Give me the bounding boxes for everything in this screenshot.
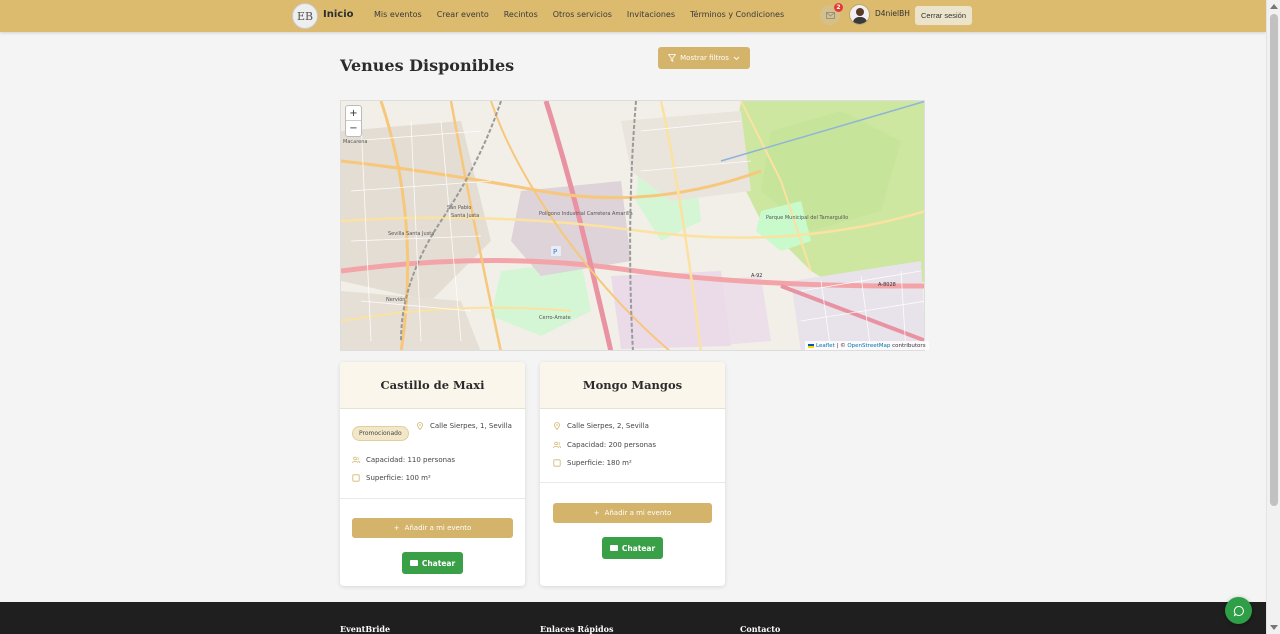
surface-text: Superficie: 100 m² bbox=[366, 474, 431, 482]
add-to-event-button[interactable]: + Añadir a mi evento bbox=[553, 503, 712, 523]
svg-text:Parque Municipal del Tamarguil: Parque Municipal del Tamarguillo bbox=[766, 215, 848, 221]
svg-text:Santa Justa: Santa Justa bbox=[451, 213, 479, 219]
message-circle-icon bbox=[1233, 605, 1244, 617]
attribution-separator: | © bbox=[834, 342, 848, 349]
svg-text:A-92: A-92 bbox=[751, 273, 762, 279]
page-title: Venues Disponibles bbox=[340, 56, 515, 75]
avatar[interactable] bbox=[849, 4, 870, 25]
scroll-thumb[interactable] bbox=[1270, 14, 1278, 506]
map-attribution: Leaflet | © OpenStreetMap contributors bbox=[805, 341, 929, 350]
card-divider bbox=[540, 482, 725, 483]
chat-icon bbox=[609, 545, 618, 551]
osm-link[interactable]: OpenStreetMap bbox=[847, 343, 890, 349]
venue-surface: Superficie: 180 m² bbox=[553, 459, 632, 467]
plus-icon: + bbox=[593, 509, 600, 517]
map-label-macarena: Macarena bbox=[343, 139, 367, 145]
venue-map[interactable]: Macarena San Pablo Santa Justa Polígono … bbox=[340, 100, 925, 351]
svg-text:San Pablo: San Pablo bbox=[447, 205, 471, 211]
venue-address: Calle Sierpes, 2, Sevilla bbox=[553, 422, 649, 430]
username[interactable]: D4nielBH bbox=[875, 9, 910, 18]
chat-label: Chatear bbox=[621, 543, 656, 553]
show-filters-button[interactable]: Mostrar filtros bbox=[658, 47, 750, 69]
users-icon bbox=[553, 441, 561, 449]
venue-name: Mongo Mangos bbox=[540, 362, 725, 409]
map-zoom-control: + − bbox=[345, 105, 362, 137]
map-pin-icon bbox=[417, 422, 423, 430]
filter-icon bbox=[668, 54, 677, 62]
home-link[interactable]: Inicio bbox=[323, 9, 354, 20]
venue-card: Castillo de Maxi Promocionado Calle Sier… bbox=[340, 362, 525, 586]
nav-link-invitaciones[interactable]: Invitaciones bbox=[627, 10, 675, 19]
nav-link-mis-eventos[interactable]: Mis eventos bbox=[374, 10, 422, 19]
scroll-up-arrow-icon[interactable] bbox=[1270, 4, 1278, 9]
square-icon bbox=[553, 459, 561, 467]
capacity-text: Capacidad: 200 personas bbox=[567, 441, 656, 449]
chat-button[interactable]: Chatear bbox=[402, 552, 463, 574]
logout-button[interactable]: Cerrar sesión bbox=[915, 6, 972, 25]
chevron-down-icon bbox=[733, 56, 740, 60]
address-text: Calle Sierpes, 1, Sevilla bbox=[430, 422, 512, 430]
page-scrollbar[interactable] bbox=[1266, 0, 1280, 634]
svg-text:P: P bbox=[553, 248, 557, 256]
nav-link-recintos[interactable]: Recintos bbox=[504, 10, 538, 19]
address-text: Calle Sierpes, 2, Sevilla bbox=[567, 422, 649, 430]
notification-badge: 2 bbox=[834, 3, 843, 12]
zoom-out-button[interactable]: − bbox=[346, 121, 361, 136]
nav-link-crear-evento[interactable]: Crear evento bbox=[437, 10, 489, 19]
chat-label: Chatear bbox=[421, 558, 456, 568]
nav-link-otros-servicios[interactable]: Otros servicios bbox=[553, 10, 612, 19]
floating-chat-button[interactable] bbox=[1225, 597, 1252, 624]
mail-icon bbox=[825, 11, 835, 19]
attribution-suffix: contributors bbox=[890, 342, 926, 349]
add-to-event-button[interactable]: + Añadir a mi evento bbox=[352, 518, 513, 538]
venue-address: Calle Sierpes, 1, Sevilla bbox=[416, 422, 512, 430]
capacity-text: Capacidad: 110 personas bbox=[366, 456, 455, 464]
zoom-in-button[interactable]: + bbox=[346, 106, 361, 121]
venue-capacity: Capacidad: 110 personas bbox=[352, 456, 455, 464]
add-to-event-label: Añadir a mi evento bbox=[604, 509, 672, 517]
footer-heading-contacto: Contacto bbox=[740, 624, 781, 634]
venue-card: Mongo Mangos Calle Sierpes, 2, Sevilla C… bbox=[540, 362, 725, 586]
scroll-down-arrow-icon[interactable] bbox=[1270, 625, 1278, 630]
svg-text:Polígono Industrial Carretera: Polígono Industrial Carretera Amarilla bbox=[539, 210, 633, 217]
ukraine-flag-icon bbox=[808, 343, 814, 348]
footer-heading-eventbride: EventBride bbox=[340, 624, 391, 634]
promoted-badge: Promocionado bbox=[352, 426, 409, 441]
chat-button[interactable]: Chatear bbox=[602, 537, 663, 559]
venue-surface: Superficie: 100 m² bbox=[352, 474, 431, 482]
users-icon bbox=[352, 456, 360, 464]
svg-text:A-8028: A-8028 bbox=[878, 282, 896, 288]
footer-heading-enlaces: Enlaces Rápidos bbox=[540, 624, 614, 634]
add-to-event-label: Añadir a mi evento bbox=[404, 524, 472, 532]
map-tiles: Macarena San Pablo Santa Justa Polígono … bbox=[341, 101, 924, 350]
chat-icon bbox=[409, 560, 418, 566]
nav-links: Mis eventos Crear evento Recintos Otros … bbox=[374, 10, 799, 19]
footer bbox=[0, 602, 1266, 634]
plus-icon: + bbox=[393, 524, 400, 532]
svg-text:Sevilla Santa Justa: Sevilla Santa Justa bbox=[388, 231, 434, 237]
svg-text:Nervión: Nervión bbox=[386, 296, 405, 303]
logo[interactable]: EB bbox=[292, 3, 318, 29]
venue-name: Castillo de Maxi bbox=[340, 362, 525, 409]
square-icon bbox=[352, 474, 360, 482]
map-pin-icon bbox=[554, 422, 560, 430]
svg-text:Cerro-Amate: Cerro-Amate bbox=[539, 315, 571, 321]
surface-text: Superficie: 180 m² bbox=[567, 459, 632, 467]
venue-capacity: Capacidad: 200 personas bbox=[553, 441, 656, 449]
show-filters-label: Mostrar filtros bbox=[680, 54, 729, 62]
nav-link-terminos[interactable]: Términos y Condiciones bbox=[690, 10, 784, 19]
card-divider bbox=[340, 498, 525, 499]
leaflet-link[interactable]: Leaflet bbox=[816, 343, 835, 349]
top-navbar: EB Inicio Mis eventos Crear evento Recin… bbox=[0, 0, 1266, 32]
